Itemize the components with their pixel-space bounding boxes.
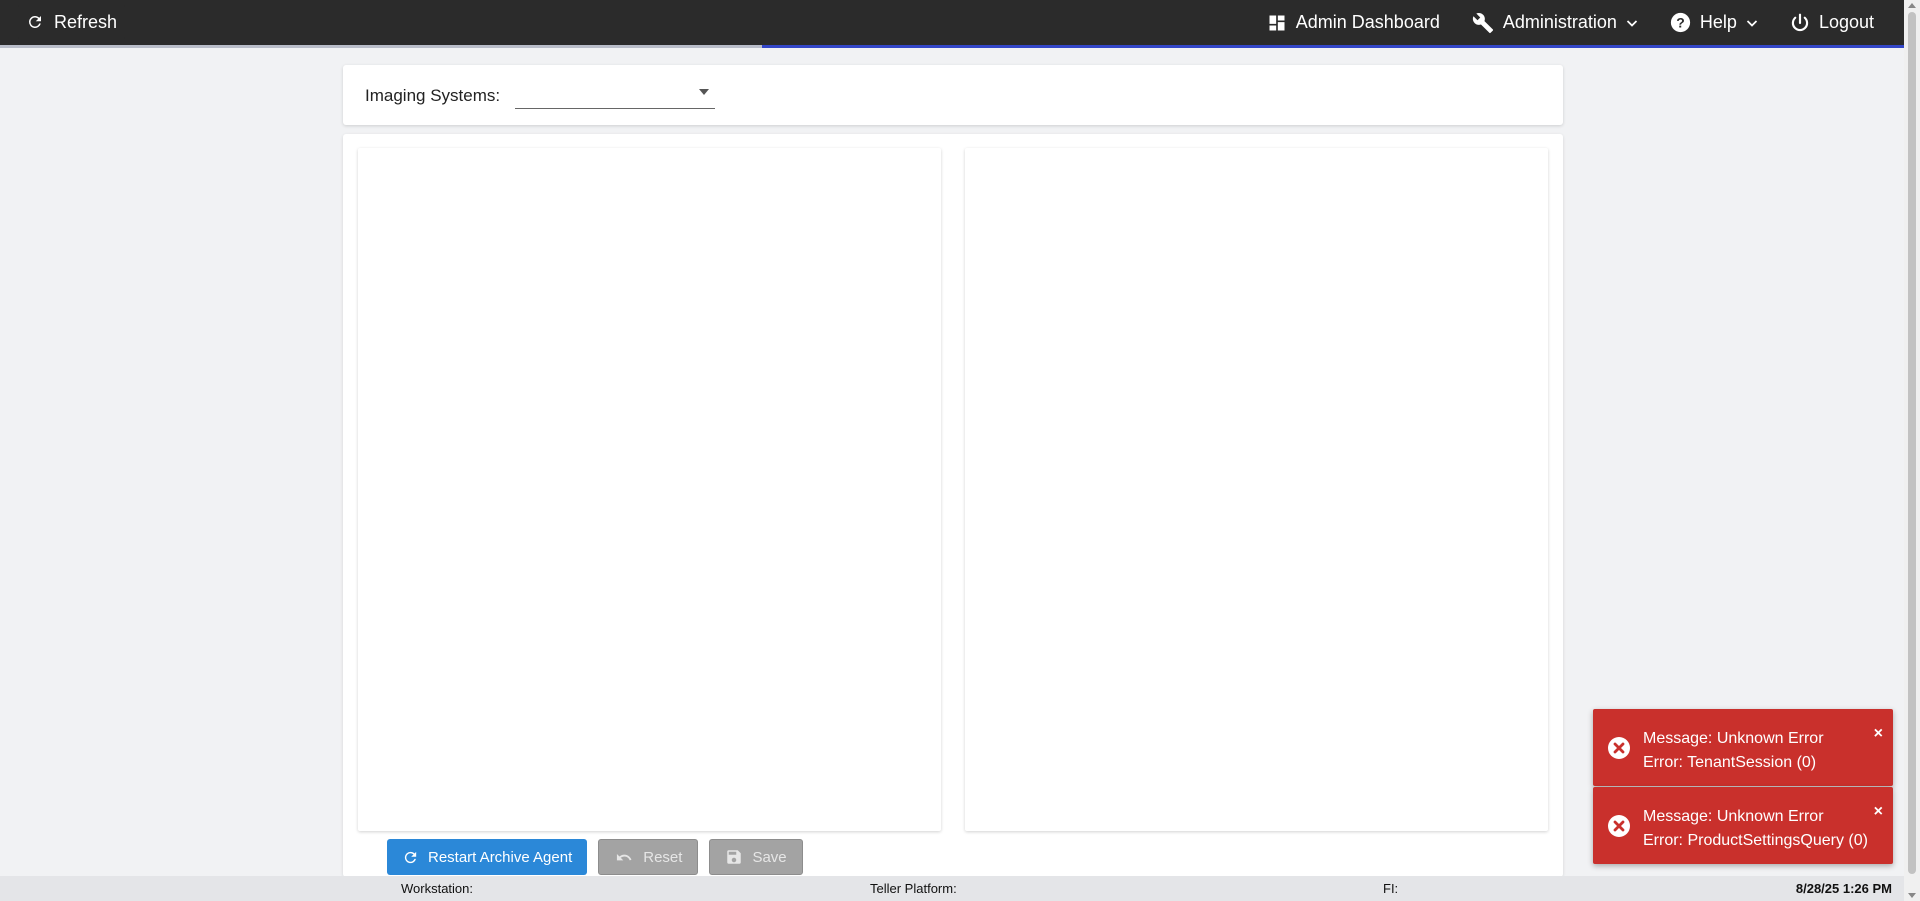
nav-administration[interactable]: Administration: [1472, 12, 1638, 34]
error-circle-icon: [1608, 737, 1630, 759]
svg-text:?: ?: [1676, 14, 1685, 30]
close-icon[interactable]: ×: [1874, 803, 1883, 821]
power-icon: [1791, 13, 1809, 31]
loading-progress-fill: [762, 45, 1904, 48]
imaging-systems-select[interactable]: [515, 79, 715, 109]
save-label: Save: [752, 848, 787, 866]
loading-progress-bar: [0, 45, 1904, 48]
status-datetime: 8/28/25 1:26 PM: [1795, 881, 1892, 896]
filter-card: Imaging Systems:: [343, 65, 1563, 125]
wrench-icon: [1472, 12, 1493, 33]
action-buttons: Restart Archive Agent Reset Save: [387, 839, 803, 875]
toast-error: Error: ProductSettingsQuery (0): [1643, 832, 1868, 849]
nav-help-label: Help: [1699, 12, 1737, 32]
reset-button[interactable]: Reset: [598, 839, 699, 875]
reset-label: Reset: [643, 848, 683, 866]
right-panel: [965, 148, 1548, 831]
error-circle-icon: [1608, 815, 1630, 837]
scroll-up-icon[interactable]: [1908, 3, 1916, 8]
scroll-down-icon[interactable]: [1908, 893, 1916, 898]
chevron-down-icon: [1746, 19, 1758, 27]
caret-down-icon: [699, 89, 709, 95]
nav-admin-dashboard[interactable]: Admin Dashboard: [1267, 12, 1440, 33]
scrollbar-thumb[interactable]: [1908, 12, 1916, 874]
nav-logout[interactable]: Logout: [1790, 12, 1874, 33]
help-icon: ?: [1670, 12, 1691, 33]
status-workstation: Workstation:: [401, 881, 474, 896]
toast-message: Message: Unknown Error: [1643, 730, 1824, 747]
imaging-systems-label: Imaging Systems:: [365, 86, 501, 105]
nav-administration-label: Administration: [1502, 12, 1617, 32]
nav-help[interactable]: ? Help: [1670, 12, 1758, 33]
refresh-label: Refresh: [54, 11, 118, 32]
left-panel: [358, 148, 941, 831]
error-toast: Message: Unknown Error Error: TenantSess…: [1593, 709, 1893, 786]
undo-icon: [617, 853, 632, 860]
status-bar: Workstation: Teller Platform: FI: 8/28/2…: [0, 876, 1904, 901]
save-icon: [727, 850, 742, 864]
save-button[interactable]: Save: [709, 839, 803, 875]
status-teller-platform: Teller Platform:: [870, 881, 957, 896]
refresh-button[interactable]: Refresh: [18, 5, 126, 39]
refresh-icon: [29, 15, 41, 28]
toast-message: Message: Unknown Error: [1643, 808, 1824, 825]
error-toast: Message: Unknown Error Error: ProductSet…: [1593, 787, 1893, 864]
main-nav: Admin Dashboard Administration ? Help Lo…: [1267, 0, 1874, 45]
nav-admin-dashboard-label: Admin Dashboard: [1295, 12, 1440, 32]
dashboard-icon: [1269, 15, 1285, 30]
toast-text: Message: Unknown Error Error: TenantSess…: [1643, 727, 1824, 775]
vertical-scrollbar[interactable]: [1904, 0, 1920, 901]
toast-text: Message: Unknown Error Error: ProductSet…: [1643, 805, 1868, 853]
restart-archive-agent-button[interactable]: Restart Archive Agent: [387, 839, 588, 875]
toast-error: Error: TenantSession (0): [1643, 754, 1817, 771]
restart-archive-agent-label: Restart Archive Agent: [428, 848, 573, 866]
nav-logout-label: Logout: [1818, 12, 1874, 32]
status-fi: FI:: [1383, 881, 1399, 896]
chevron-down-icon: [1626, 19, 1638, 27]
refresh-icon: [404, 851, 417, 863]
main-content-card: Restart Archive Agent Reset Save: [343, 134, 1563, 877]
top-nav-bar: Refresh Admin Dashboard Administration ?…: [0, 0, 1904, 45]
close-icon[interactable]: ×: [1874, 725, 1883, 743]
